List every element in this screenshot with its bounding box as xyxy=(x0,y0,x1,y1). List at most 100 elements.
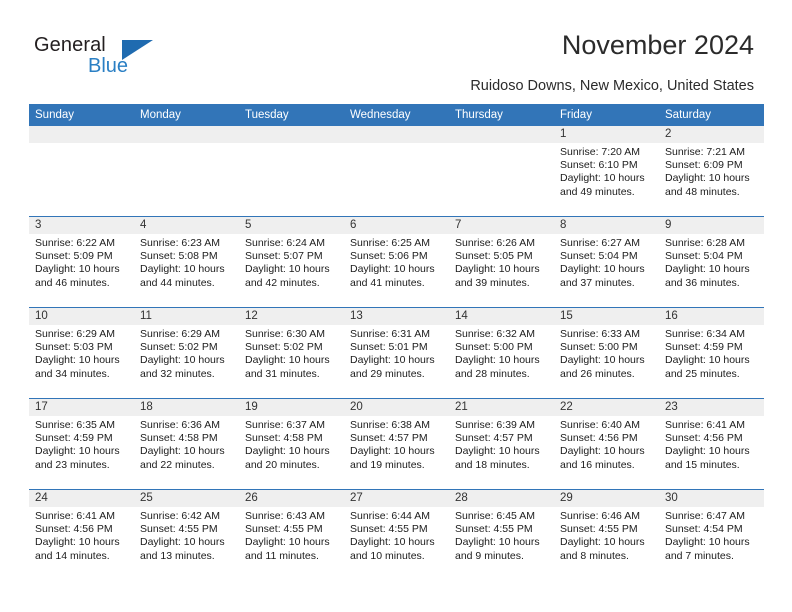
day-sun-info: Sunrise: 6:46 AM Sunset: 4:55 PM Daylight:… xyxy=(554,507,659,563)
sunrise-text: Sunrise: 6:27 AM xyxy=(560,237,640,249)
calendar-day-cell[interactable]: 5 Sunrise: 6:24 AM Sunset: 5:07 PM Daylight… xyxy=(239,217,344,307)
weekday-header-monday: Monday xyxy=(140,109,181,121)
calendar-day-cell[interactable]: 12 Sunrise: 6:30 AM Sunset: 5:02 PM Dayligh… xyxy=(239,308,344,398)
daylight-text-line1: Daylight: 10 hours xyxy=(350,354,435,367)
daylight-text-line1: Daylight: 10 hours xyxy=(350,445,435,458)
sunset-text: Sunset: 4:56 PM xyxy=(665,432,743,445)
calendar-day-cell[interactable]: 22 Sunrise: 6:40 AM Sunset: 4:56 PM Dayligh… xyxy=(554,399,659,489)
sunset-text: Sunset: 6:09 PM xyxy=(665,159,743,172)
daylight-text-line2: and 25 minutes. xyxy=(665,367,740,380)
sunset-text: Sunset: 6:10 PM xyxy=(560,159,638,172)
sunrise-text: Sunrise: 6:33 AM xyxy=(560,328,640,340)
calendar-day-cell[interactable]: 11 Sunrise: 6:29 AM Sunset: 5:02 PM Dayligh… xyxy=(134,308,239,398)
calendar-day-cell[interactable]: 3 Sunrise: 6:22 AM Sunset: 5:09 PM Daylight… xyxy=(29,217,134,307)
daylight-text-line1: Daylight: 10 hours xyxy=(35,536,120,549)
day-sun-info: Sunrise: 6:40 AM Sunset: 4:56 PM Daylight:… xyxy=(554,416,659,472)
daylight-text-line1: Daylight: 10 hours xyxy=(350,536,435,549)
sunset-text: Sunset: 4:55 PM xyxy=(140,523,218,536)
daylight-text-line2: and 15 minutes. xyxy=(665,458,740,471)
day-number: 5 xyxy=(239,217,344,234)
day-sun-info: Sunrise: 6:28 AM Sunset: 5:04 PM Daylight:… xyxy=(659,234,764,290)
calendar-day-cell[interactable]: 7 Sunrise: 6:26 AM Sunset: 5:05 PM Daylight… xyxy=(449,217,554,307)
daylight-text-line1: Daylight: 10 hours xyxy=(560,354,645,367)
page-title: November 2024 xyxy=(561,30,754,60)
calendar-day-cell[interactable]: 26 Sunrise: 6:43 AM Sunset: 4:55 PM Dayligh… xyxy=(239,490,344,578)
day-number: 28 xyxy=(449,490,554,507)
day-sun-info: Sunrise: 7:21 AM Sunset: 6:09 PM Daylight:… xyxy=(659,143,764,199)
calendar-day-cell[interactable]: 17 Sunrise: 6:35 AM Sunset: 4:59 PM Dayligh… xyxy=(29,399,134,489)
sunrise-text: Sunrise: 6:30 AM xyxy=(245,328,325,340)
daylight-text-line2: and 18 minutes. xyxy=(455,458,530,471)
calendar-day-cell[interactable]: 10 Sunrise: 6:29 AM Sunset: 5:03 PM Dayligh… xyxy=(29,308,134,398)
calendar-day-cell[interactable]: 2 Sunrise: 7:21 AM Sunset: 6:09 PM Daylight… xyxy=(659,126,764,216)
sunset-text: Sunset: 4:59 PM xyxy=(35,432,113,445)
sunrise-text: Sunrise: 6:34 AM xyxy=(665,328,745,340)
sunset-text: Sunset: 5:03 PM xyxy=(35,341,113,354)
daylight-text-line1: Daylight: 10 hours xyxy=(35,263,120,276)
sunrise-text: Sunrise: 6:35 AM xyxy=(35,419,115,431)
day-sun-info: Sunrise: 6:26 AM Sunset: 5:05 PM Daylight:… xyxy=(449,234,554,290)
calendar-day-cell[interactable]: 6 Sunrise: 6:25 AM Sunset: 5:06 PM Daylight… xyxy=(344,217,449,307)
weekday-header-friday: Friday xyxy=(560,109,592,121)
day-sun-info: Sunrise: 6:29 AM Sunset: 5:02 PM Daylight:… xyxy=(134,325,239,381)
day-number: 20 xyxy=(344,399,449,416)
calendar-week-row: 17 Sunrise: 6:35 AM Sunset: 4:59 PM Dayligh… xyxy=(29,398,764,489)
calendar-day-cell[interactable]: 9 Sunrise: 6:28 AM Sunset: 5:04 PM Daylight… xyxy=(659,217,764,307)
day-number: 12 xyxy=(239,308,344,325)
daylight-text-line1: Daylight: 10 hours xyxy=(245,354,330,367)
sunset-text: Sunset: 5:00 PM xyxy=(455,341,533,354)
daylight-text-line2: and 11 minutes. xyxy=(245,549,319,562)
sunrise-text: Sunrise: 6:32 AM xyxy=(455,328,535,340)
sunrise-text: Sunrise: 6:28 AM xyxy=(665,237,745,249)
day-number: 6 xyxy=(344,217,449,234)
calendar-day-cell[interactable]: 19 Sunrise: 6:37 AM Sunset: 4:58 PM Dayligh… xyxy=(239,399,344,489)
calendar-day-cell[interactable]: 29 Sunrise: 6:46 AM Sunset: 4:55 PM Dayligh… xyxy=(554,490,659,578)
sunset-text: Sunset: 4:57 PM xyxy=(455,432,533,445)
sunrise-text: Sunrise: 6:24 AM xyxy=(245,237,325,249)
daylight-text-line2: and 13 minutes. xyxy=(140,549,215,562)
page-header: General Blue November 2024 Ruidoso Downs… xyxy=(0,0,792,100)
calendar-day-cell[interactable]: 13 Sunrise: 6:31 AM Sunset: 5:01 PM Dayligh… xyxy=(344,308,449,398)
calendar-day-cell[interactable]: 14 Sunrise: 6:32 AM Sunset: 5:00 PM Dayligh… xyxy=(449,308,554,398)
calendar-day-cell[interactable]: 1 Sunrise: 7:20 AM Sunset: 6:10 PM Daylight… xyxy=(554,126,659,216)
calendar-day-cell[interactable]: 23 Sunrise: 6:41 AM Sunset: 4:56 PM Dayligh… xyxy=(659,399,764,489)
sunrise-text: Sunrise: 6:42 AM xyxy=(140,510,220,522)
daylight-text-line2: and 8 minutes. xyxy=(560,549,629,562)
day-number: 26 xyxy=(239,490,344,507)
calendar-day-cell[interactable]: 4 Sunrise: 6:23 AM Sunset: 5:08 PM Daylight… xyxy=(134,217,239,307)
calendar-day-cell[interactable]: 20 Sunrise: 6:38 AM Sunset: 4:57 PM Dayligh… xyxy=(344,399,449,489)
location-subtitle: Ruidoso Downs, New Mexico, United States xyxy=(470,78,754,94)
calendar-day-cell[interactable]: 8 Sunrise: 6:27 AM Sunset: 5:04 PM Daylight… xyxy=(554,217,659,307)
sunset-text: Sunset: 5:08 PM xyxy=(140,250,218,263)
calendar-week-row: 10 Sunrise: 6:29 AM Sunset: 5:03 PM Dayligh… xyxy=(29,307,764,398)
calendar-day-cell[interactable]: 21 Sunrise: 6:39 AM Sunset: 4:57 PM Dayligh… xyxy=(449,399,554,489)
day-number: 27 xyxy=(344,490,449,507)
daylight-text-line2: and 41 minutes. xyxy=(350,276,425,289)
calendar-day-cell[interactable]: 18 Sunrise: 6:36 AM Sunset: 4:58 PM Dayligh… xyxy=(134,399,239,489)
day-sun-info: Sunrise: 7:20 AM Sunset: 6:10 PM Daylight:… xyxy=(554,143,659,199)
sunset-text: Sunset: 4:58 PM xyxy=(140,432,218,445)
calendar-day-cell[interactable]: 30 Sunrise: 6:47 AM Sunset: 4:54 PM Dayligh… xyxy=(659,490,764,578)
calendar-day-cell[interactable]: 27 Sunrise: 6:44 AM Sunset: 4:55 PM Dayligh… xyxy=(344,490,449,578)
calendar-day-cell-empty xyxy=(239,126,344,216)
daylight-text-line2: and 29 minutes. xyxy=(350,367,425,380)
daylight-text-line1: Daylight: 10 hours xyxy=(665,445,750,458)
day-number: 2 xyxy=(659,126,764,143)
sunset-text: Sunset: 5:09 PM xyxy=(35,250,113,263)
daylight-text-line1: Daylight: 10 hours xyxy=(245,445,330,458)
daylight-text-line1: Daylight: 10 hours xyxy=(665,263,750,276)
calendar-day-cell[interactable]: 15 Sunrise: 6:33 AM Sunset: 5:00 PM Dayligh… xyxy=(554,308,659,398)
day-sun-info: Sunrise: 6:41 AM Sunset: 4:56 PM Daylight:… xyxy=(29,507,134,563)
calendar-day-cell[interactable]: 25 Sunrise: 6:42 AM Sunset: 4:55 PM Dayligh… xyxy=(134,490,239,578)
generalblue-logo[interactable]: General Blue xyxy=(34,34,164,82)
calendar-day-cell[interactable]: 28 Sunrise: 6:45 AM Sunset: 4:55 PM Dayligh… xyxy=(449,490,554,578)
daylight-text-line2: and 49 minutes. xyxy=(560,185,635,198)
calendar-day-cell[interactable]: 16 Sunrise: 6:34 AM Sunset: 4:59 PM Dayligh… xyxy=(659,308,764,398)
day-number: 13 xyxy=(344,308,449,325)
calendar-day-cell[interactable]: 24 Sunrise: 6:41 AM Sunset: 4:56 PM Dayligh… xyxy=(29,490,134,578)
daylight-text-line2: and 19 minutes. xyxy=(350,458,425,471)
sunrise-text: Sunrise: 6:29 AM xyxy=(35,328,115,340)
day-number: 3 xyxy=(29,217,134,234)
sunrise-text: Sunrise: 6:41 AM xyxy=(665,419,745,431)
daylight-text-line1: Daylight: 10 hours xyxy=(140,263,225,276)
